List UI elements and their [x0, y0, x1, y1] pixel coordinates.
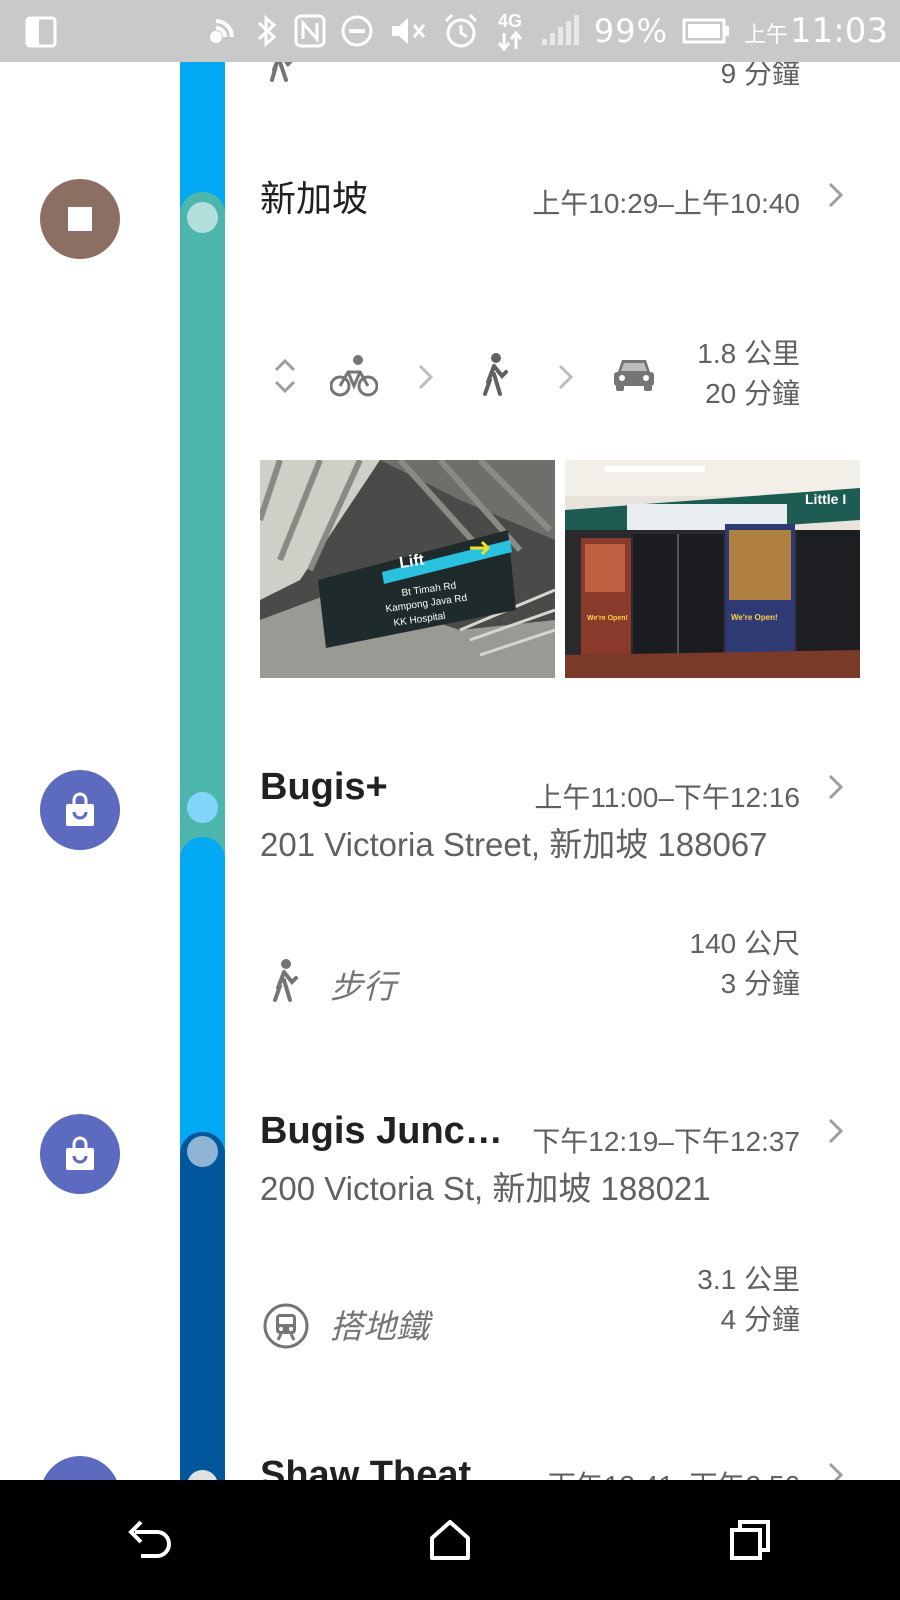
segment-duration: 9 分鐘	[720, 62, 800, 89]
svg-text:4G: 4G	[498, 11, 522, 31]
timeline-dot	[187, 792, 218, 823]
car-icon[interactable]	[612, 354, 656, 398]
svg-text:Lift: Lift	[398, 552, 426, 572]
chevron-right-icon	[416, 362, 436, 396]
segment-distance-duration: 140 公尺 3 分鐘	[689, 928, 801, 999]
place-icon-stop[interactable]	[40, 179, 120, 259]
place-icon-shopping[interactable]	[40, 1456, 120, 1480]
subway-icon	[262, 1302, 310, 1354]
back-icon	[128, 1520, 171, 1558]
recent-apps-button[interactable]	[690, 1480, 810, 1600]
segment-distance-duration: 3.1 公里 4 分鐘	[697, 1264, 800, 1335]
alarm-icon	[442, 12, 480, 50]
timeline-list[interactable]: 9 分鐘 新加坡 上午10:29–上午10:40 1.8 公里 20 分鐘 Li…	[0, 62, 900, 1480]
chevron-right-icon[interactable]	[826, 1116, 846, 1150]
stop-address: 201 Victoria Street, 新加坡 188067	[260, 826, 768, 863]
stop-time-range: 下午12:19–下午12:37	[532, 1126, 800, 1157]
place-icon-shopping[interactable]	[40, 770, 120, 850]
timeline-dot	[187, 1136, 218, 1167]
place-icon-shopping[interactable]	[40, 1114, 120, 1194]
walking-icon	[266, 62, 296, 86]
recent-apps-icon	[730, 1520, 770, 1560]
screen-mirror-icon	[24, 14, 60, 54]
mute-icon	[388, 13, 428, 49]
stop-title[interactable]: 新加坡	[260, 170, 368, 222]
lift-sign-photo[interactable]: Lift Bt Timah Rd Kampong Java Rd KK Hosp…	[260, 460, 555, 678]
segment-distance-duration: 1.8 公里 20 分鐘	[697, 338, 800, 409]
timeline-dot	[187, 202, 218, 233]
stop-title[interactable]: Shaw Theat	[260, 1454, 471, 1480]
shopping-bag-icon	[66, 1136, 94, 1170]
timeline-segment-dark-blue	[180, 1132, 225, 1480]
navigation-bar	[0, 1480, 900, 1600]
nfc-icon	[294, 13, 326, 49]
activity-label: 搭地鐵	[330, 1307, 429, 1346]
shopping-bag-icon	[66, 792, 94, 826]
expand-collapse-icon[interactable]	[272, 356, 298, 400]
stop-title[interactable]: Bugis Junc…	[260, 1110, 503, 1153]
home-icon	[430, 1520, 470, 1560]
walking-icon	[268, 958, 300, 1008]
activity-label: 步行	[330, 967, 396, 1006]
stop-title[interactable]: Bugis+	[260, 766, 388, 809]
stop-time-range: 上午11:00–下午12:16	[534, 782, 800, 813]
battery-percent: 99%	[593, 12, 668, 50]
chevron-right-icon[interactable]	[826, 1460, 846, 1480]
battery-icon	[682, 17, 730, 45]
stop-square-icon	[68, 207, 92, 231]
chevron-right-icon	[556, 362, 576, 396]
bicycle-icon[interactable]	[329, 354, 379, 402]
stop-address: 200 Victoria St, 新加坡 188021	[260, 1170, 711, 1207]
status-clock: 上午11:03	[744, 11, 888, 51]
signal-strength-icon	[540, 15, 580, 47]
back-button[interactable]	[90, 1480, 210, 1600]
do-not-disturb-icon	[340, 14, 374, 48]
svg-text:Little I: Little I	[805, 491, 846, 507]
nfc-signal-icon	[204, 13, 240, 49]
stop-time-range: 下午12:41–下午2:56	[548, 1464, 800, 1480]
status-bar: 4G 99% 上午11:03	[0, 0, 900, 62]
svg-text:We're Open!: We're Open!	[587, 615, 628, 622]
timeline-segment-teal	[180, 192, 225, 864]
bluetooth-icon	[254, 13, 280, 49]
little-india-station-photo[interactable]: Little I We're Open! We're Open!	[565, 460, 860, 678]
stop-time-range: 上午10:29–上午10:40	[532, 188, 800, 219]
svg-text:We're Open!: We're Open!	[731, 613, 778, 622]
home-button[interactable]	[390, 1480, 510, 1600]
walking-icon[interactable]	[478, 352, 510, 402]
chevron-right-icon[interactable]	[826, 772, 846, 806]
network-4g-icon: 4G	[494, 9, 526, 53]
chevron-right-icon[interactable]	[826, 180, 846, 214]
